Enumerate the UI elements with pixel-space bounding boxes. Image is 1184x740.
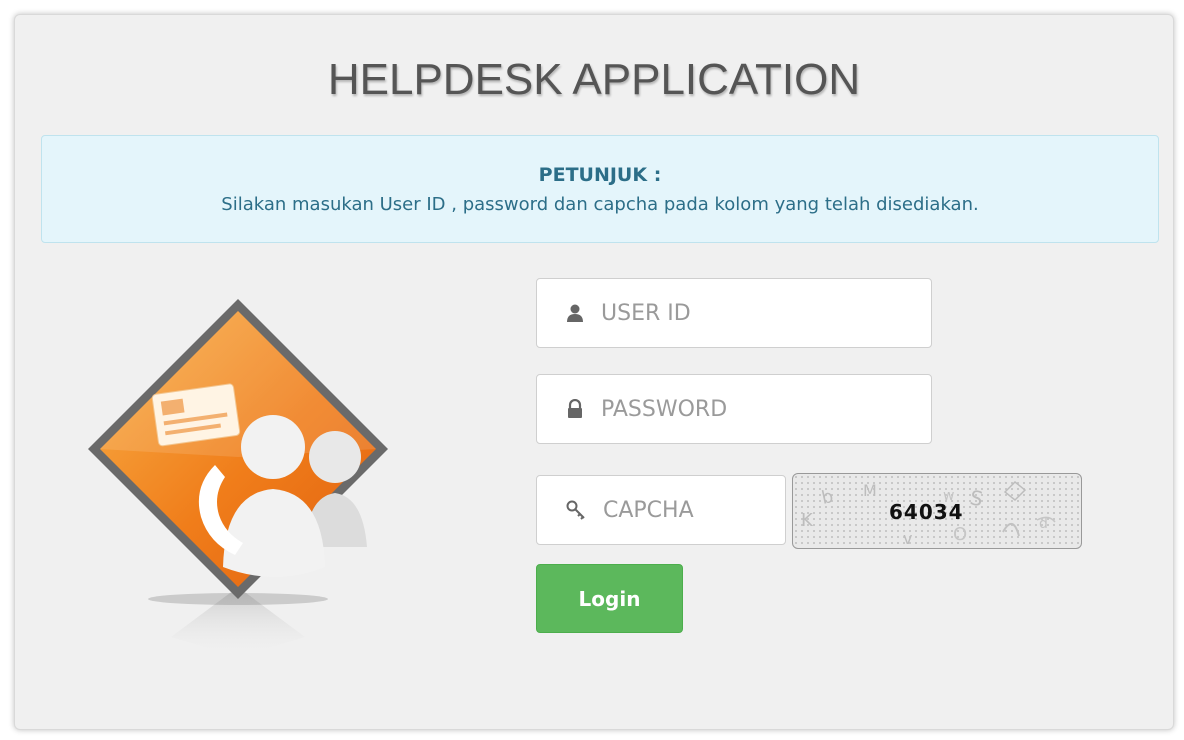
instructions-box: PETUNJUK : Silakan masukan User ID , pas… [41,135,1159,243]
svg-text:b: b [820,486,836,509]
key-icon [565,499,587,521]
helpdesk-logo-icon [88,299,388,657]
page-title: HELPDESK APPLICATION [327,55,861,104]
password-field[interactable] [536,374,932,444]
svg-text:v: v [903,529,912,548]
password-input[interactable] [601,396,931,422]
login-panel: HELPDESK APPLICATION PETUNJUK : Silakan … [14,14,1174,730]
svg-text:O: O [953,524,967,545]
user-id-input[interactable] [601,300,931,326]
svg-text:S: S [968,485,985,511]
svg-text:M: M [863,481,877,500]
captcha-code: 64034 [889,500,964,524]
instructions-title: PETUNJUK : [538,164,662,186]
user-id-field[interactable] [536,278,932,348]
captcha-image: b M w S K v O d 64034 [792,473,1082,549]
instructions-text: Silakan masukan User ID , password dan c… [221,194,979,215]
capcha-input[interactable] [603,497,785,523]
capcha-field[interactable] [536,475,786,545]
svg-text:K: K [801,510,814,531]
lock-icon [565,398,585,420]
user-icon [565,302,585,324]
login-button[interactable]: Login [536,564,683,633]
